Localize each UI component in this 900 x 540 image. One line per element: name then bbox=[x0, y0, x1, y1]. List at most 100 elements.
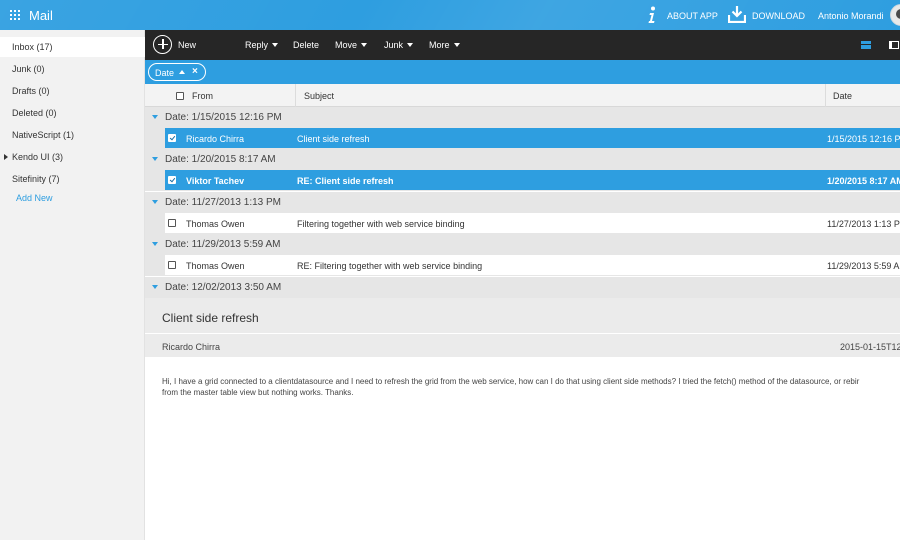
column-divider bbox=[825, 84, 826, 107]
collapse-arrow-icon[interactable] bbox=[152, 200, 158, 204]
group-indent bbox=[145, 255, 165, 276]
column-header-date[interactable]: Date bbox=[833, 91, 852, 101]
group-indent bbox=[145, 170, 165, 191]
user-name[interactable]: Antonio Morandi bbox=[818, 11, 884, 21]
sidebar-item-junk[interactable]: Junk (0) bbox=[0, 59, 145, 79]
move-button[interactable]: Move bbox=[335, 40, 368, 50]
table-row[interactable]: Viktor Tachev RE: Client side refresh 1/… bbox=[145, 170, 900, 191]
close-icon[interactable]: × bbox=[192, 66, 198, 77]
message-subject: Client side refresh bbox=[162, 311, 259, 325]
column-header-subject[interactable]: Subject bbox=[304, 91, 334, 101]
sidebar-item-drafts[interactable]: Drafts (0) bbox=[0, 81, 145, 101]
sidebar-item-label: Inbox (17) bbox=[12, 42, 53, 52]
group-indent bbox=[145, 128, 165, 149]
sidebar-item-label: Kendo UI (3) bbox=[12, 152, 64, 162]
reply-label: Reply bbox=[245, 40, 269, 50]
sidebar-item-label: NativeScript (1) bbox=[12, 130, 75, 140]
group-chip-label: Date bbox=[155, 68, 175, 78]
sort-ascending-icon[interactable] bbox=[179, 70, 185, 74]
row-checkbox[interactable] bbox=[168, 134, 176, 142]
row-checkbox[interactable] bbox=[168, 261, 176, 269]
collapse-arrow-icon[interactable] bbox=[152, 242, 158, 246]
apps-grid-icon[interactable] bbox=[10, 10, 20, 20]
column-header-from[interactable]: From bbox=[192, 91, 213, 101]
grid-header: From Subject Date bbox=[145, 84, 900, 107]
row-checkbox[interactable] bbox=[168, 219, 176, 227]
cell-date: 11/29/2013 5:59 AM bbox=[827, 261, 900, 271]
about-app-link[interactable]: ABOUT APP bbox=[667, 11, 718, 21]
message-body-line: Hi, I have a grid connected to a clientd… bbox=[162, 377, 860, 386]
avatar[interactable] bbox=[890, 4, 900, 26]
reading-pane-right-icon[interactable] bbox=[889, 41, 899, 49]
divider bbox=[145, 333, 900, 334]
group-indent bbox=[145, 213, 165, 234]
group-header-row[interactable]: Date: 11/27/2013 1:13 PM bbox=[145, 192, 900, 213]
group-header-label: Date: 11/27/2013 1:13 PM bbox=[165, 197, 282, 208]
sidebar-item-label: Junk (0) bbox=[12, 64, 45, 74]
cell-subject: Client side refresh bbox=[297, 134, 370, 144]
delete-button[interactable]: Delete bbox=[293, 40, 319, 50]
chevron-down-icon bbox=[361, 43, 368, 47]
sidebar-item-label: Deleted (0) bbox=[12, 108, 57, 118]
sidebar-item-label: Sitefinity (7) bbox=[12, 174, 60, 184]
table-row[interactable]: Thomas Owen Filtering together with web … bbox=[145, 213, 900, 234]
chevron-down-icon bbox=[272, 43, 279, 47]
info-icon[interactable] bbox=[647, 6, 657, 24]
cell-from: Ricardo Chirra bbox=[186, 134, 245, 144]
select-all-checkbox[interactable] bbox=[176, 92, 184, 100]
collapse-arrow-icon[interactable] bbox=[152, 157, 158, 161]
group-header-label: Date: 1/20/2015 8:17 AM bbox=[165, 154, 276, 165]
new-mail-icon[interactable] bbox=[153, 35, 172, 54]
more-label: More bbox=[429, 40, 450, 50]
group-header-row[interactable]: Date: 11/29/2013 5:59 AM bbox=[145, 234, 900, 255]
reply-button[interactable]: Reply bbox=[245, 40, 279, 50]
download-icon[interactable] bbox=[728, 6, 746, 23]
sidebar-item-nativescript[interactable]: NativeScript (1) bbox=[0, 125, 145, 145]
table-row[interactable]: Thomas Owen RE: Filtering together with … bbox=[145, 255, 900, 276]
row-checkbox[interactable] bbox=[168, 176, 176, 184]
message-body-line: from the master table view but nothing w… bbox=[162, 388, 354, 397]
collapse-arrow-icon[interactable] bbox=[152, 285, 158, 289]
group-header-label: Date: 1/15/2015 12:16 PM bbox=[165, 112, 282, 123]
folder-sidebar: Inbox (17) Junk (0) Drafts (0) Deleted (… bbox=[0, 30, 145, 540]
junk-label: Junk bbox=[384, 40, 404, 50]
sidebar-item-label: Drafts (0) bbox=[12, 86, 50, 96]
group-header-row[interactable]: Date: 1/20/2015 8:17 AM bbox=[145, 149, 900, 170]
more-button[interactable]: More bbox=[429, 40, 460, 50]
new-button[interactable]: New bbox=[178, 40, 196, 50]
add-new-folder-link[interactable]: Add New bbox=[16, 193, 53, 203]
cell-from: Viktor Tachev bbox=[186, 176, 245, 186]
grouping-bar: Date × bbox=[145, 60, 900, 84]
sidebar-item-kendo-ui[interactable]: Kendo UI (3) bbox=[0, 147, 145, 167]
download-link[interactable]: DOWNLOAD bbox=[752, 11, 805, 21]
move-label: Move bbox=[335, 40, 358, 50]
column-divider bbox=[295, 84, 296, 107]
group-header-row[interactable]: Date: 12/02/2013 3:50 AM bbox=[145, 277, 900, 298]
sidebar-item-inbox[interactable]: Inbox (17) bbox=[0, 37, 145, 57]
cell-from: Thomas Owen bbox=[186, 261, 245, 271]
message-sender: Ricardo Chirra bbox=[162, 342, 221, 352]
cell-subject: Filtering together with web service bind… bbox=[297, 219, 465, 229]
chevron-down-icon bbox=[453, 43, 460, 47]
sidebar-item-sitefinity[interactable]: Sitefinity (7) bbox=[0, 169, 145, 189]
cell-from: Thomas Owen bbox=[186, 219, 245, 229]
junk-button[interactable]: Junk bbox=[384, 40, 414, 50]
group-chip-date[interactable]: Date × bbox=[148, 63, 206, 81]
message-date: 2015-01-15T12: bbox=[840, 342, 900, 352]
app-header: Mail ABOUT APP DOWNLOAD Antonio Morandi bbox=[0, 0, 900, 30]
expand-arrow-icon[interactable] bbox=[4, 154, 8, 160]
message-header: Client side refresh Ricardo Chirra 2015-… bbox=[145, 298, 900, 357]
sidebar-item-deleted[interactable]: Deleted (0) bbox=[0, 103, 145, 123]
mail-toolbar: New Reply Delete Move Junk More bbox=[145, 30, 900, 60]
reading-pane-bottom-icon[interactable] bbox=[861, 41, 871, 49]
chevron-down-icon bbox=[407, 43, 414, 47]
cell-date: 1/15/2015 12:16 PM bbox=[827, 134, 900, 144]
group-header-label: Date: 12/02/2013 3:50 AM bbox=[165, 282, 282, 293]
app-title: Mail bbox=[29, 8, 53, 23]
table-row[interactable]: Ricardo Chirra Client side refresh 1/15/… bbox=[145, 128, 900, 149]
collapse-arrow-icon[interactable] bbox=[152, 115, 158, 119]
group-header-row[interactable]: Date: 1/15/2015 12:16 PM bbox=[145, 107, 900, 128]
cell-date: 1/20/2015 8:17 AM bbox=[827, 176, 900, 186]
cell-subject: RE: Filtering together with web service … bbox=[297, 261, 483, 271]
message-body: Hi, I have a grid connected to a clientd… bbox=[162, 376, 900, 398]
